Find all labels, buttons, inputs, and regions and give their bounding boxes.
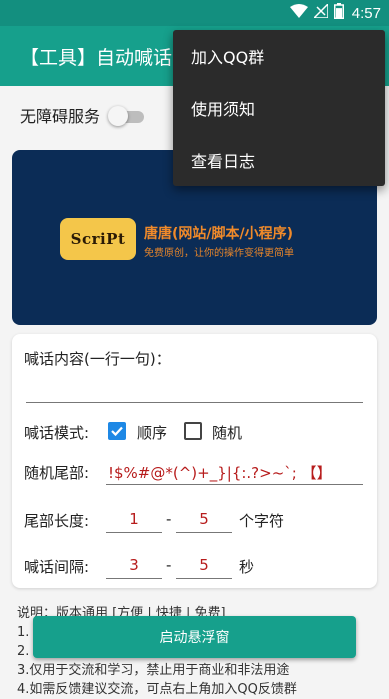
settings-card: 喊话内容(一行一句)： 喊话模式: 顺序 随机 随机尾部: !$%#@*(^)+… [12,334,377,588]
banner-title: 唐唐(网站/脚本/小程序) [144,226,294,242]
interval-label: 喊话间隔: [24,558,90,576]
accessibility-switch[interactable] [108,106,145,126]
interval-max-input[interactable]: 5 [176,556,232,574]
tail-length-max-underline [176,532,232,533]
interval-separator: - [166,556,172,574]
menu-item-label: 查看日志 [191,152,256,171]
status-bar: 4:57 [0,0,389,26]
overflow-menu: 加入QQ群 使用须知 查看日志 [173,30,385,186]
menu-item-label: 加入QQ群 [191,48,265,67]
accessibility-label: 无障碍服务 [20,107,101,126]
message-input[interactable] [26,374,363,400]
message-input-underline [26,402,363,403]
mode-sequential-checkbox[interactable] [108,422,126,440]
tail-length-separator: - [166,510,172,528]
interval-unit: 秒 [239,558,255,576]
tail-label: 随机尾部: [24,464,90,482]
note-line: 3.仅用于交流和学习，禁止用于商业和非法用途 [17,663,290,678]
logo-text: ScriPt [70,230,126,248]
mode-label: 喊话模式: [24,424,90,442]
switch-thumb [108,106,129,126]
interval-max-underline [176,578,232,579]
script-logo: ScriPt [60,218,136,260]
tail-chars-underline [106,484,363,485]
message-label: 喊话内容(一行一句)： [24,350,171,368]
wifi-icon [289,4,308,22]
signal-icon [311,2,329,22]
tail-length-unit: 个字符 [239,512,285,530]
accessibility-row: 无障碍服务 [20,100,145,130]
menu-item-join-qq-group[interactable]: 加入QQ群 [173,30,385,82]
mode-sequential-label: 顺序 [137,424,168,442]
tail-length-min-underline [106,532,162,533]
menu-item-view-log[interactable]: 查看日志 [173,134,385,186]
tail-length-max-input[interactable]: 5 [176,510,232,528]
note-line: 4.如需反馈建议交流，可点右上角加入QQ反馈群 [17,682,297,697]
tail-length-label: 尾部长度: [24,512,90,530]
banner-subtitle: 免费原创，让你的操作变得更简单 [144,248,294,259]
tail-chars-input[interactable]: !$%#@*(^)+_}|{:.?>~`; 【】 [108,462,332,483]
mode-random-label: 随机 [212,424,243,442]
interval-min-input[interactable]: 3 [106,556,162,574]
start-button-label: 启动悬浮窗 [159,630,230,646]
status-time: 4:57 [351,4,381,22]
status-icons: 4:57 [289,2,381,23]
start-floating-window-button[interactable]: 启动悬浮窗 [33,616,356,658]
battery-icon [333,3,344,23]
menu-item-label: 使用须知 [191,100,256,119]
menu-item-usage-notice[interactable]: 使用须知 [173,82,385,134]
check-icon [111,426,123,437]
interval-min-underline [106,578,162,579]
tail-length-min-input[interactable]: 1 [106,510,162,528]
mode-random-checkbox[interactable] [184,422,202,440]
